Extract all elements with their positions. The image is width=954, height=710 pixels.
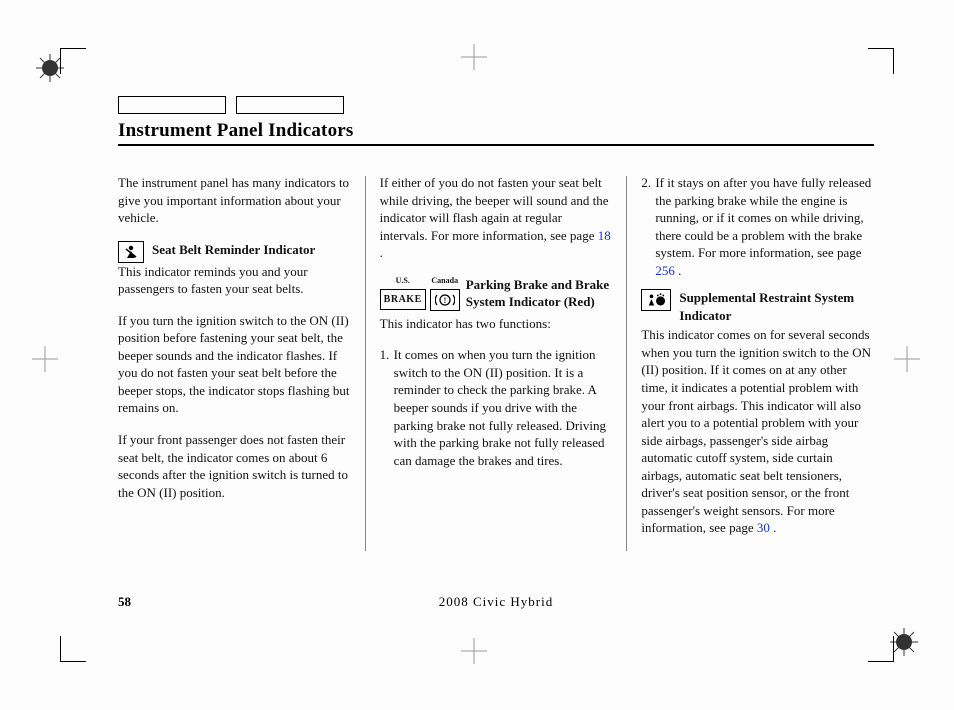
- brake-us-box: BRAKE: [380, 289, 426, 311]
- content-area: Instrument Panel Indicators The instrume…: [118, 96, 874, 630]
- page-link-256[interactable]: 256: [655, 263, 675, 278]
- srs-icon: [641, 289, 671, 311]
- seatbelt-p1: This indicator reminds you and your pass…: [118, 263, 351, 298]
- col2-p1-text: If either of you do not fasten your seat…: [380, 175, 609, 243]
- li2-text: If it stays on after you have fully rele…: [655, 175, 871, 260]
- column-1: The instrument panel has many indicators…: [118, 174, 365, 551]
- seatbelt-icon: [118, 241, 144, 263]
- brake-p1: This indicator has two functions:: [380, 315, 613, 333]
- page-link-18[interactable]: 18: [598, 228, 611, 243]
- page: Instrument Panel Indicators The instrume…: [0, 0, 954, 710]
- registration-mark-icon: [890, 628, 918, 656]
- register-target-icon: [898, 350, 918, 370]
- li2-tail: .: [675, 263, 682, 278]
- list-number: 2.: [641, 174, 655, 279]
- header-placeholder-boxes: [118, 96, 874, 114]
- list-item-1: 1. It comes on when you turn the ignitio…: [380, 346, 613, 469]
- brake-ca-label: Canada: [430, 276, 460, 287]
- page-number: 58: [118, 594, 131, 610]
- text-columns: The instrument panel has many indicators…: [118, 174, 874, 551]
- col2-p1: If either of you do not fasten your seat…: [380, 174, 613, 262]
- crop-mark-icon: [60, 636, 86, 662]
- column-2: If either of you do not fasten your seat…: [366, 174, 627, 551]
- seatbelt-p3: If your front passenger does not fasten …: [118, 431, 351, 501]
- brake-canada: Canada !: [430, 276, 460, 311]
- brake-ca-icon: !: [430, 289, 460, 311]
- crop-mark-icon: [868, 48, 894, 74]
- page-footer: 58 2008 Civic Hybrid: [118, 594, 874, 610]
- seatbelt-section: Seat Belt Reminder Indicator: [118, 241, 351, 259]
- brake-heading: Parking Brake and Brake System Indicator…: [466, 276, 613, 311]
- column-3: 2. If it stays on after you have fully r…: [627, 174, 874, 551]
- brake-icons: U.S. BRAKE Canada !: [380, 276, 460, 311]
- brake-indicator-row: U.S. BRAKE Canada ! Parking Brake and Br…: [380, 276, 613, 311]
- crop-mark-icon: [60, 48, 86, 74]
- register-target-icon: [465, 48, 485, 68]
- list-item-2-text: If it stays on after you have fully rele…: [655, 174, 874, 279]
- placeholder-box: [118, 96, 226, 114]
- col2-p1-tail: .: [380, 245, 383, 260]
- list-number: 1.: [380, 346, 394, 469]
- srs-p1-text: This indicator comes on for several seco…: [641, 327, 871, 535]
- list-item-1-text: It comes on when you turn the ignition s…: [394, 346, 613, 469]
- srs-p1-tail: .: [770, 520, 777, 535]
- srs-section-head: Supplemental Restraint System Indicator: [641, 289, 874, 324]
- brake-us-label: U.S.: [380, 276, 426, 287]
- list-item-2: 2. If it stays on after you have fully r…: [641, 174, 874, 279]
- srs-heading: Supplemental Restraint System Indicator: [679, 290, 854, 323]
- seatbelt-p2: If you turn the ignition switch to the O…: [118, 312, 351, 417]
- svg-text:!: !: [443, 296, 446, 305]
- register-target-icon: [465, 642, 485, 662]
- page-title: Instrument Panel Indicators: [118, 120, 874, 146]
- srs-p1: This indicator comes on for several seco…: [641, 326, 874, 537]
- seatbelt-heading: Seat Belt Reminder Indicator: [152, 242, 315, 257]
- brake-us: U.S. BRAKE: [380, 276, 426, 311]
- vehicle-model: 2008 Civic Hybrid: [439, 594, 554, 610]
- register-target-icon: [36, 350, 56, 370]
- crop-mark-icon: [868, 636, 894, 662]
- page-link-30[interactable]: 30: [757, 520, 770, 535]
- intro-paragraph: The instrument panel has many indicators…: [118, 174, 351, 227]
- placeholder-box: [236, 96, 344, 114]
